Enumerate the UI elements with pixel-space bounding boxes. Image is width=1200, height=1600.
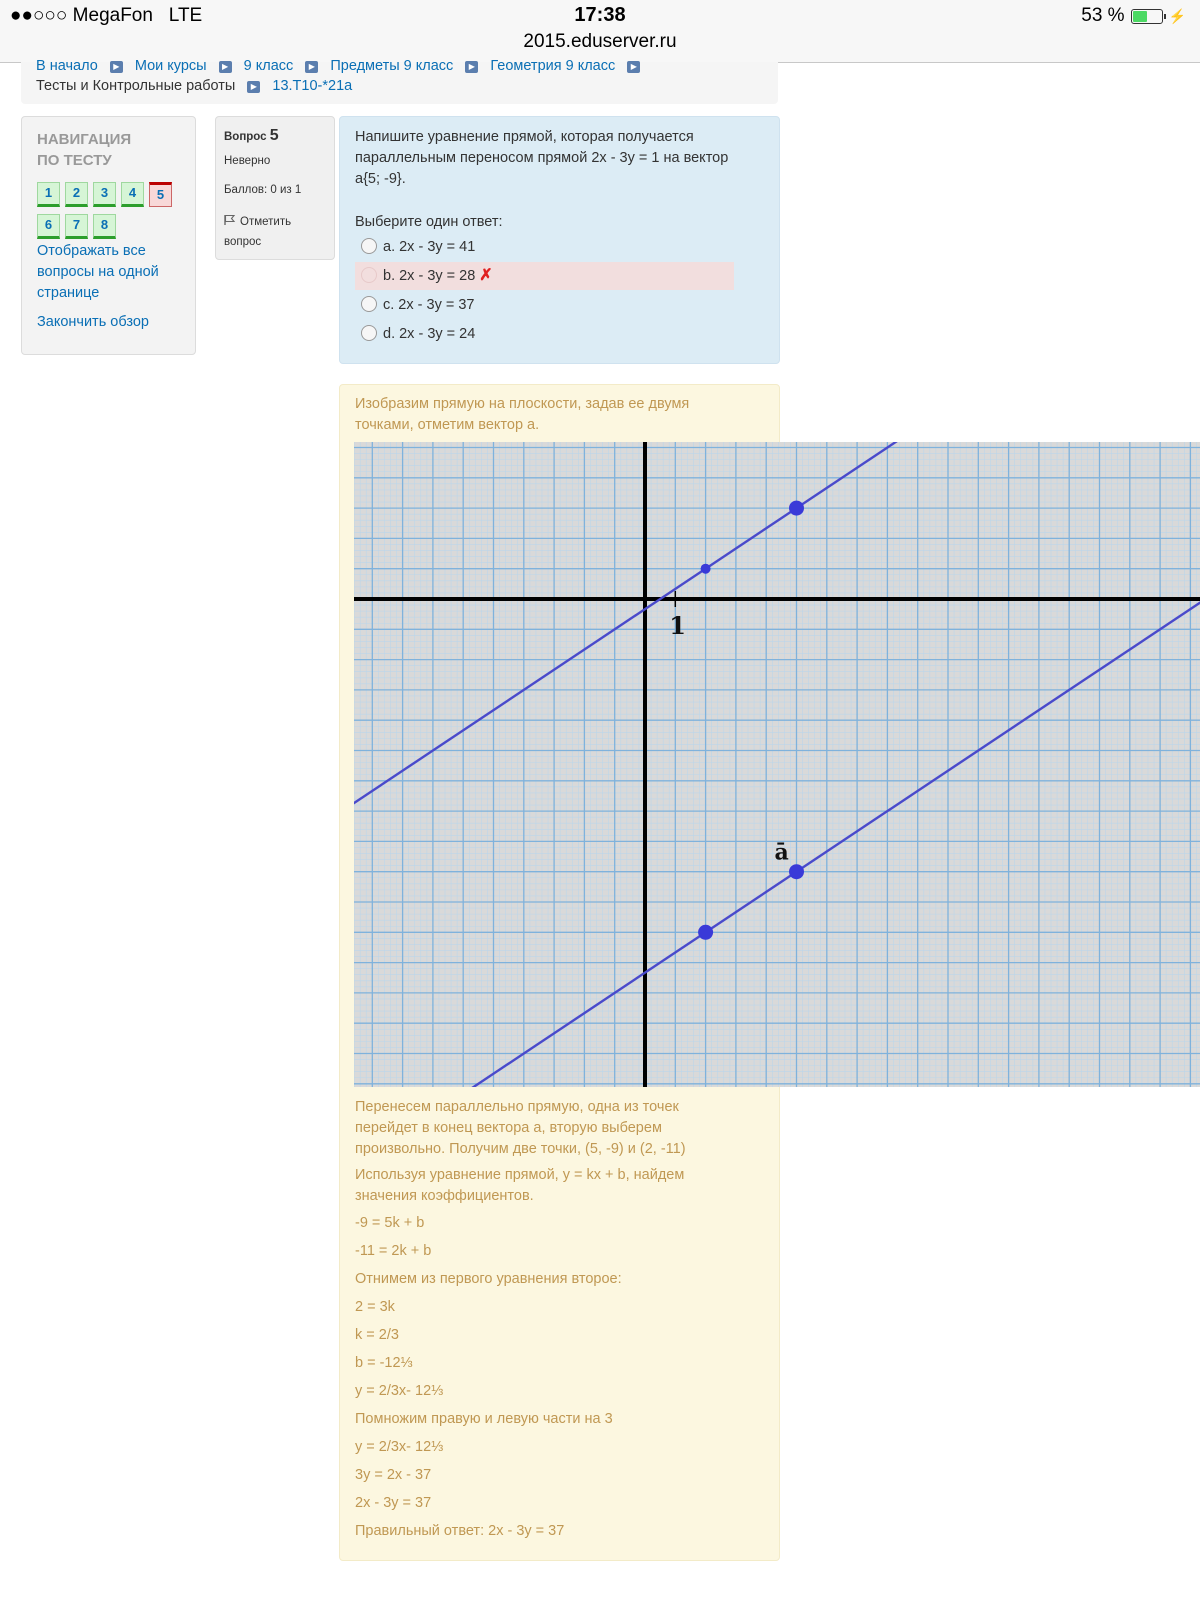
play-arrow-icon: ▶: [627, 61, 641, 73]
solution-step: Отнимем из первого уравнения второе:: [355, 1271, 622, 1287]
solution-step: k = 2/3: [355, 1327, 399, 1343]
breadcrumb-geometry[interactable]: Геометрия 9 класс: [490, 58, 615, 74]
question-text: Напишите уравнение прямой, которая получ…: [355, 129, 729, 187]
play-arrow-icon: ▶: [109, 61, 123, 73]
original-line: [280, 237, 1200, 853]
graph-point: [700, 563, 711, 574]
status-bar: ●●○○○ MegaFon LTE 17:38 2015.eduserver.r…: [0, 0, 1200, 63]
breadcrumb-my-courses[interactable]: Мои курсы: [135, 58, 207, 74]
flag-question-link[interactable]: Отметить вопрос: [224, 212, 291, 252]
radio-button[interactable]: [361, 267, 377, 283]
answer-prompt: Выберите один ответ:: [355, 214, 503, 230]
battery-percent: 53 %: [1081, 5, 1125, 26]
graph-svg: 1 ā: [280, 237, 1200, 1217]
battery-icon: [1130, 8, 1166, 24]
solution-step: -9 = 5k + b: [355, 1215, 425, 1231]
graph-point: [698, 924, 714, 940]
battery-status: 53 % ⚡: [1081, 5, 1186, 27]
answer-option-d[interactable]: d. 2x - 3y = 24: [355, 320, 734, 348]
solution-step: b = -12⅓: [355, 1355, 413, 1371]
radio-button[interactable]: [361, 325, 377, 341]
solution-step: -11 = 2k + b: [355, 1243, 432, 1259]
answer-option-a[interactable]: a. 2x - 3y = 41: [355, 233, 734, 261]
solution-step: Помножим правую и левую части на 3: [355, 1411, 613, 1427]
flag-icon: [224, 214, 236, 225]
play-arrow-icon: ▶: [465, 61, 479, 73]
quiz-navigation: НАВИГАЦИЯ ПО ТЕСТУ 1 2 3 4 5 6 7 8 Отобр…: [21, 116, 196, 355]
question-button-6[interactable]: 6: [37, 214, 60, 239]
solution-step: y = 2/3x- 12⅓: [355, 1383, 444, 1399]
question-state: Неверно: [224, 155, 271, 167]
solution-step: 2 = 3k: [355, 1299, 395, 1315]
question-number: Вопрос 5: [224, 127, 279, 144]
play-arrow-icon: ▶: [247, 81, 261, 93]
play-arrow-icon: ▶: [305, 61, 319, 73]
feedback-paragraph-2: Используя уравнение прямой, у = kx + b, …: [355, 1167, 685, 1204]
graph-point: [789, 864, 804, 880]
address-bar[interactable]: 2015.eduserver.ru: [0, 31, 1200, 53]
solution-step: 3y = 2x - 37: [355, 1467, 432, 1483]
radio-button[interactable]: [361, 296, 377, 312]
breadcrumb-subjects[interactable]: Предметы 9 класс: [330, 58, 453, 74]
breadcrumb-grade-9[interactable]: 9 класс: [244, 58, 294, 74]
question-button-4[interactable]: 4: [121, 182, 144, 207]
breadcrumb-quiz[interactable]: 13.Т10-*21а: [272, 78, 352, 94]
question-button-5-current[interactable]: 5: [149, 182, 172, 207]
shifted-line: [280, 601, 1200, 1217]
axis-tick-label: 1: [669, 611, 686, 640]
play-arrow-icon: ▶: [218, 61, 232, 73]
solution-step: y = 2/3x- 12⅓: [355, 1439, 444, 1455]
coordinate-graph-image: 1 ā: [280, 237, 1200, 1217]
show-all-questions-link[interactable]: Отображать все вопросы на одной странице: [37, 241, 159, 304]
question-content: Напишите уравнение прямой, которая получ…: [339, 116, 780, 364]
question-button-1[interactable]: 1: [37, 182, 60, 207]
answer-option-c[interactable]: c. 2x - 3y = 37: [355, 291, 734, 319]
graph-point: [789, 500, 804, 516]
question-grade: Баллов: 0 из 1: [224, 184, 302, 196]
question-button-3[interactable]: 3: [93, 182, 116, 207]
nav-title: НАВИГАЦИЯ ПО ТЕСТУ: [37, 131, 132, 169]
breadcrumb: В начало ▶ Мои курсы ▶ 9 класс ▶ Предмет…: [21, 58, 778, 104]
clock: 17:38: [574, 4, 626, 26]
question-button-8[interactable]: 8: [93, 214, 116, 239]
incorrect-icon: ✗: [479, 267, 493, 284]
radio-button[interactable]: [361, 238, 377, 254]
finish-review-link[interactable]: Закончить обзор: [37, 312, 149, 333]
question-button-7[interactable]: 7: [65, 214, 88, 239]
feedback-paragraph-1: Перенесем параллельно прямую, одна из то…: [355, 1099, 686, 1157]
vector-label: ā: [775, 840, 789, 866]
breadcrumb-tests: Тесты и Контрольные работы: [36, 78, 236, 94]
breadcrumb-home[interactable]: В начало: [36, 58, 98, 74]
solution-step: 2x - 3y = 37: [355, 1495, 432, 1511]
feedback-intro: Изобразим прямую на плоскости, задав ее …: [355, 396, 690, 433]
question-info: Вопрос 5 Неверно Баллов: 0 из 1 Отметить…: [215, 116, 335, 260]
answer-option-b-incorrect[interactable]: b. 2x - 3y = 28 ✗: [355, 262, 734, 290]
correct-answer: Правильный ответ: 2x - 3y = 37: [355, 1523, 565, 1539]
question-button-2[interactable]: 2: [65, 182, 88, 207]
charging-icon: ⚡: [1168, 7, 1186, 24]
